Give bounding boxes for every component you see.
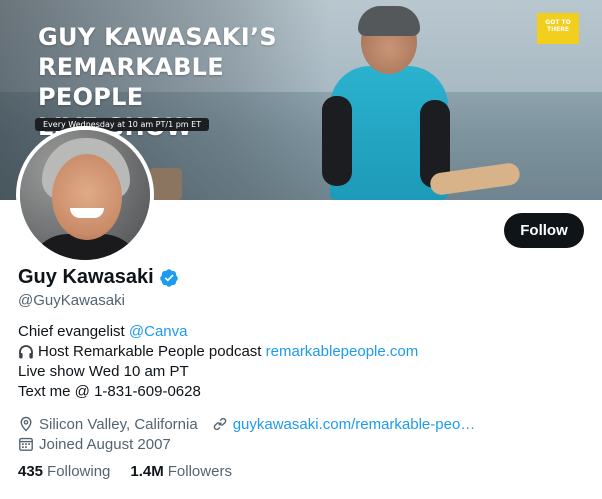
followers-label: Followers — [167, 463, 232, 480]
bio-line: Text me @ 1-831-609-0628 — [18, 383, 201, 400]
bio-text: Host Remarkable People podcast — [38, 343, 262, 360]
calendar-icon — [18, 436, 34, 452]
display-name: Guy Kawasaki — [18, 266, 154, 288]
follow-counts: 435 Following 1.4M Followers — [18, 463, 252, 480]
banner-title-line: GUY KAWASAKI’S — [38, 23, 277, 51]
followers-link[interactable]: 1.4M Followers — [130, 463, 232, 480]
podcast-link[interactable]: remarkablepeople.com — [266, 342, 419, 362]
link-icon — [212, 416, 228, 432]
following-link[interactable]: 435 Following — [18, 463, 110, 480]
bio-line: Live show Wed 10 am PT — [18, 363, 189, 380]
location-pin-icon — [18, 416, 34, 432]
avatar[interactable] — [16, 126, 154, 264]
banner-post — [150, 168, 182, 200]
profile-name-row: Guy Kawasaki — [18, 266, 179, 289]
canva-mention-link[interactable]: @Canva — [129, 322, 188, 342]
profile-handle: @GuyKawasaki — [18, 292, 125, 309]
website-item[interactable]: guykawasaki.com/remarkable-peo… — [212, 416, 476, 433]
following-count: 435 — [18, 463, 44, 480]
avatar-smile — [70, 208, 104, 218]
location-item: Silicon Valley, California — [18, 416, 198, 433]
bio-text: Chief evangelist — [18, 323, 125, 340]
verified-badge-icon[interactable] — [159, 268, 179, 288]
following-label: Following — [47, 463, 111, 480]
followers-count: 1.4M — [130, 463, 164, 480]
joined-text: Joined August 2007 — [39, 435, 171, 453]
profile-bio: Chief evangelist @Canva Host Remarkable … — [18, 322, 418, 402]
banner-person-hair — [358, 6, 420, 36]
meta-row: Joined August 2007 — [18, 434, 475, 454]
banner-title-line: REMARKABLE PEOPLE — [38, 53, 224, 111]
joined-item: Joined August 2007 — [18, 436, 171, 453]
follow-button[interactable]: Follow — [504, 213, 584, 248]
headphones-icon — [18, 344, 34, 360]
meta-row: Silicon Valley, California guykawasaki.c… — [18, 414, 475, 434]
bio-line: Host Remarkable People podcast remarkabl… — [18, 342, 418, 362]
bio-line: Chief evangelist @Canva — [18, 322, 418, 342]
location-text: Silicon Valley, California — [39, 415, 198, 433]
avatar-face — [52, 154, 122, 240]
website-link[interactable]: guykawasaki.com/remarkable-peo… — [233, 416, 476, 433]
banner-logo-badge: GOT TO THERE — [537, 13, 579, 44]
profile-meta: Silicon Valley, California guykawasaki.c… — [18, 414, 475, 454]
